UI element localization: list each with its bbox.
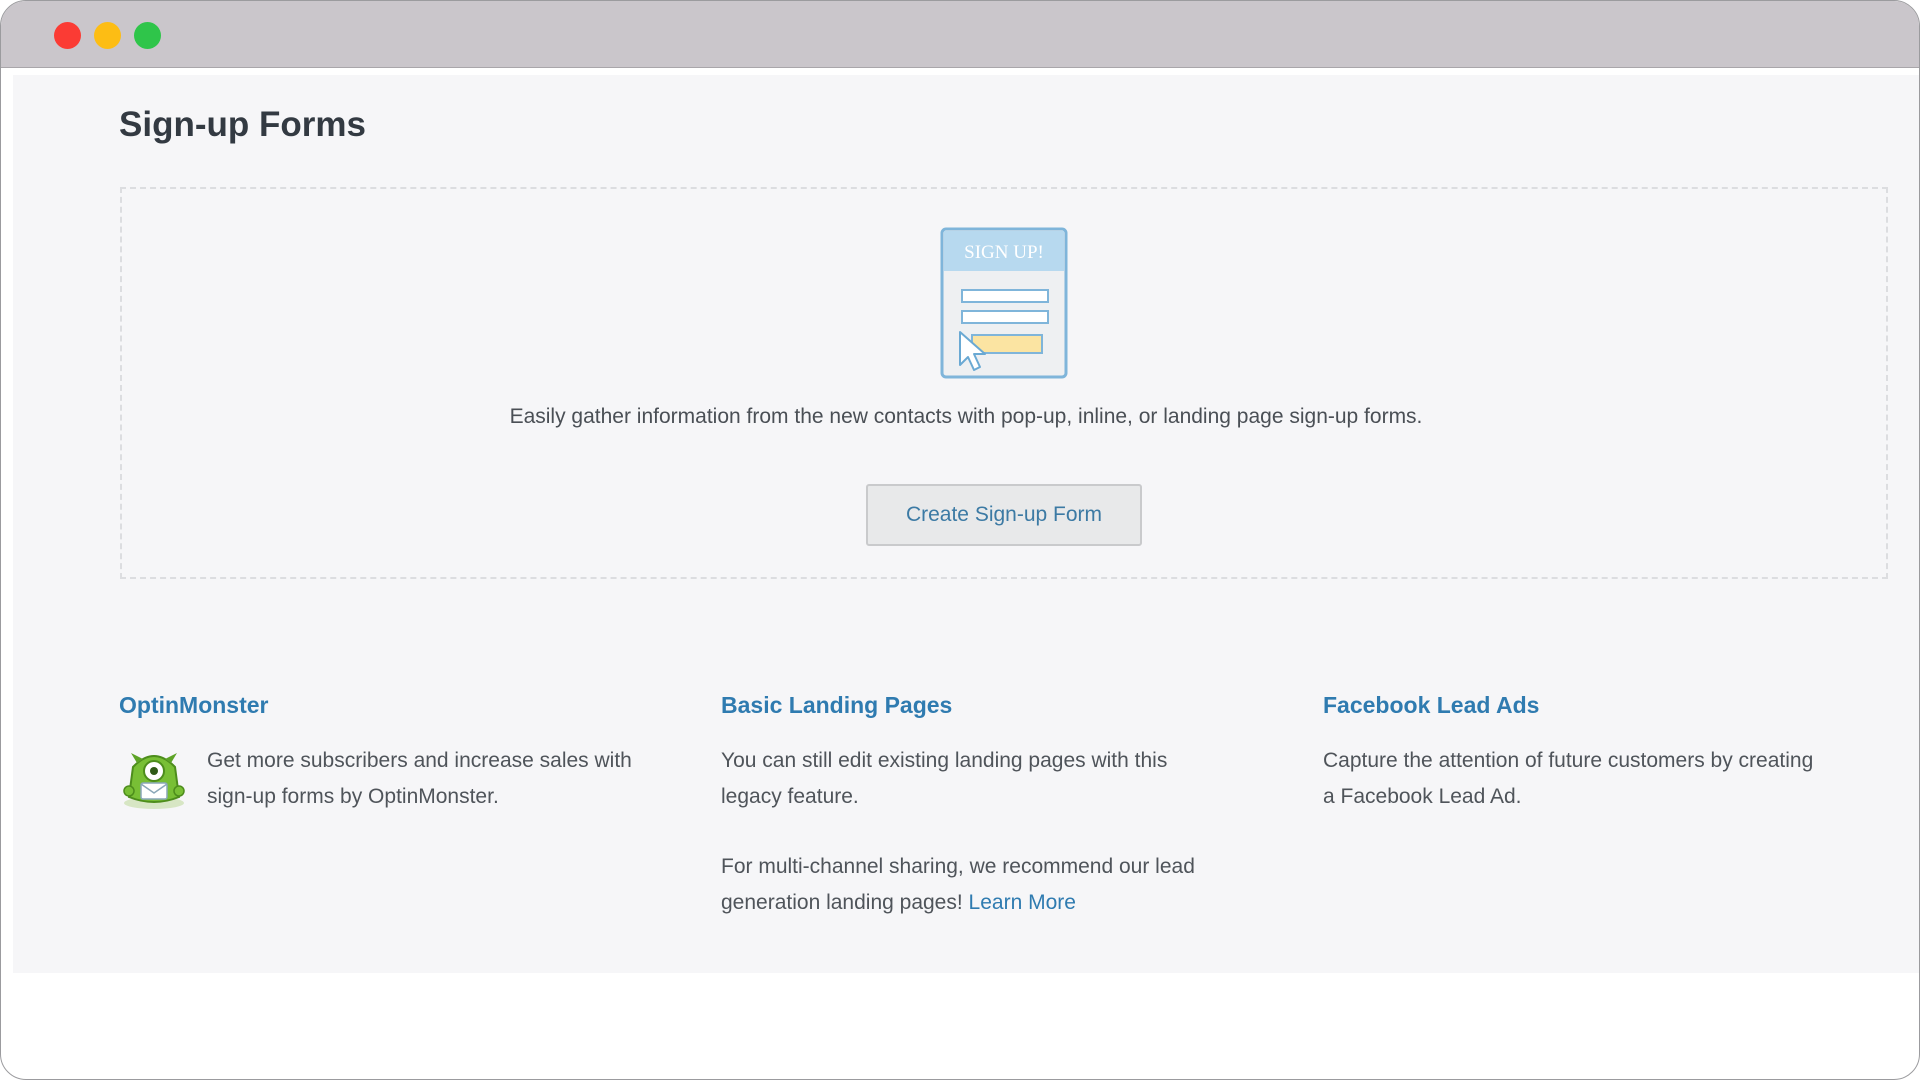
illustration-label: SIGN UP!	[964, 242, 1044, 263]
signup-forms-page: Sign-up Forms SIGN UP! Easily gather inf…	[13, 75, 1919, 973]
signup-form-illustration-icon: SIGN UP!	[940, 227, 1068, 379]
optinmonster-text-line: sign-up forms by OptinMonster.	[207, 785, 499, 808]
facebook-text-line: a Facebook Lead Ad.	[1323, 785, 1522, 808]
facebook-lead-ads-link[interactable]: Facebook Lead Ads	[1323, 692, 1539, 719]
maximize-window-button[interactable]	[134, 22, 161, 49]
basic-landing-pages-description: You can still edit existing landing page…	[721, 743, 1281, 921]
facebook-lead-ads-description: Capture the attention of future customer…	[1323, 743, 1903, 815]
window-titlebar	[1, 1, 1919, 68]
empty-state-description: Easily gather information from the new c…	[509, 405, 1423, 428]
landing-pages-text-line-end: generation landing pages!	[721, 891, 963, 914]
optinmonster-link[interactable]: OptinMonster	[119, 692, 269, 719]
basic-landing-pages-link[interactable]: Basic Landing Pages	[721, 692, 952, 719]
landing-pages-text-line: You can still edit existing landing page…	[721, 749, 1168, 772]
browser-window: Sign-up Forms SIGN UP! Easily gather inf…	[0, 0, 1920, 1080]
landing-pages-text-line: legacy feature.	[721, 785, 859, 808]
learn-more-link[interactable]: Learn More	[969, 891, 1076, 914]
page-title: Sign-up Forms	[119, 105, 366, 144]
optinmonster-icon	[123, 753, 185, 809]
close-window-button[interactable]	[54, 22, 81, 49]
landing-pages-text-line: For multi-channel sharing, we recommend …	[721, 855, 1195, 878]
minimize-window-button[interactable]	[94, 22, 121, 49]
optinmonster-text-line: Get more subscribers and increase sales …	[207, 749, 632, 772]
landing-pages-text-line: generation landing pages! Learn More	[721, 885, 1281, 921]
facebook-text-line: Capture the attention of future customer…	[1323, 749, 1814, 772]
create-signup-form-button[interactable]: Create Sign-up Form	[866, 484, 1142, 546]
optinmonster-description: Get more subscribers and increase sales …	[207, 743, 727, 815]
